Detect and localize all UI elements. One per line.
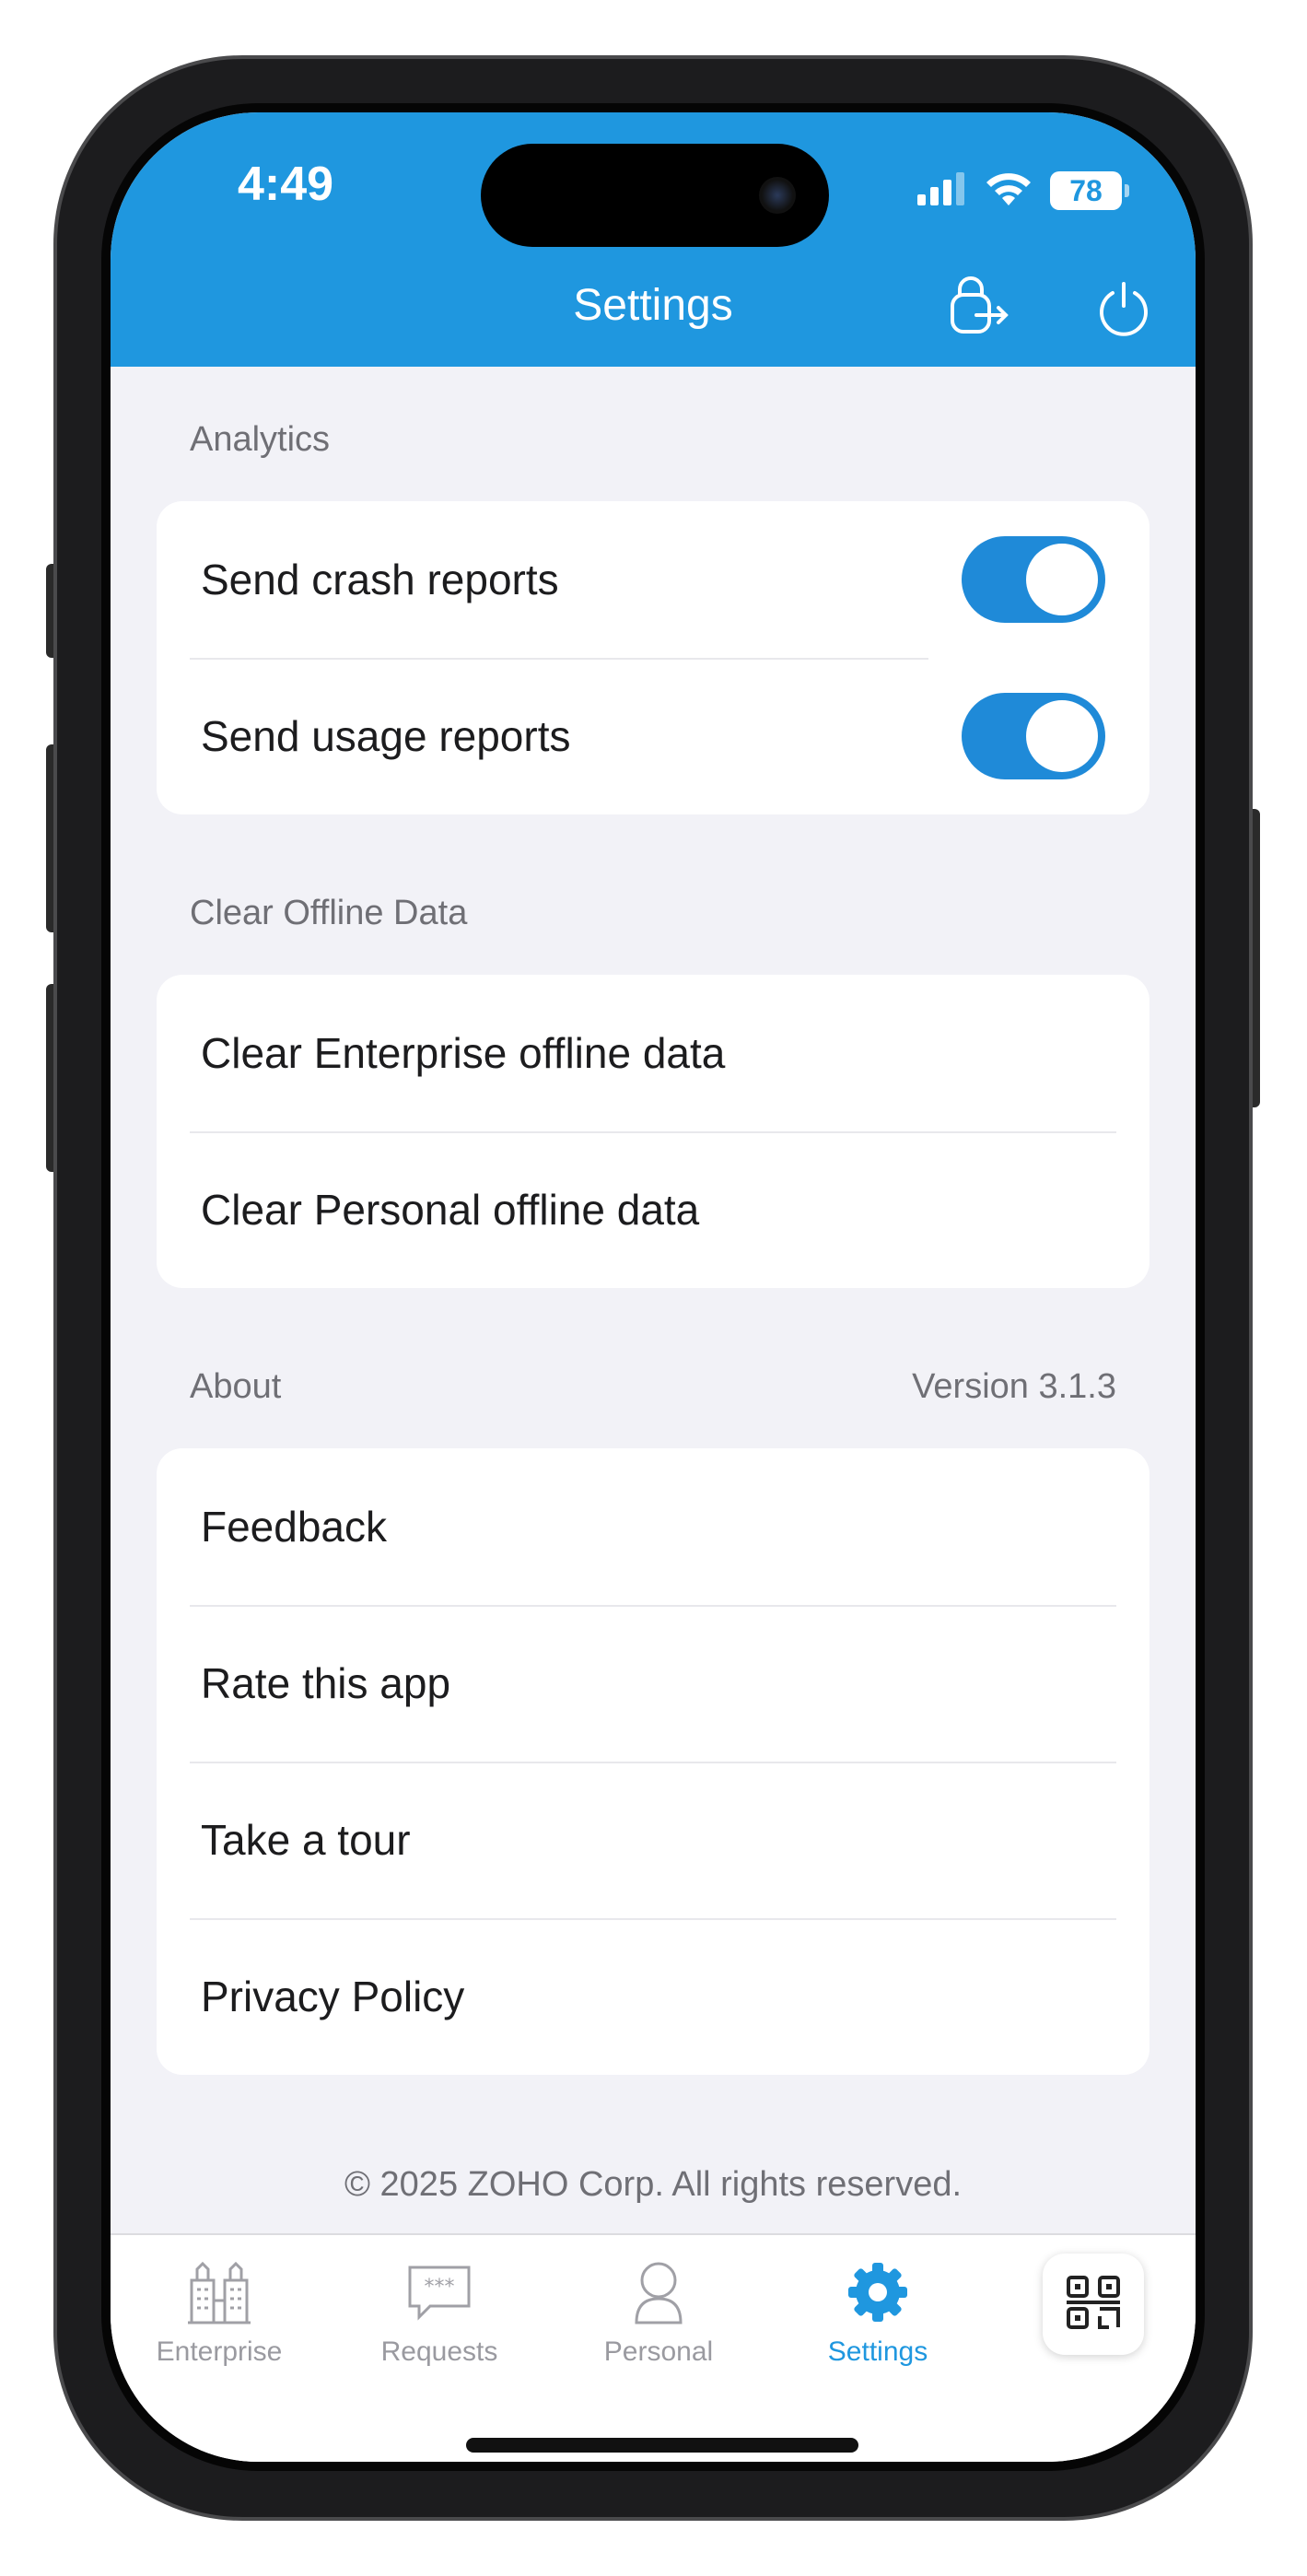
version-label: Version 3.1.3 <box>912 1367 1116 1406</box>
page-title: Settings <box>573 281 733 330</box>
feedback-row[interactable]: Feedback <box>157 1448 1149 1605</box>
battery-icon: 78 <box>1050 171 1129 210</box>
qr-scan-icon <box>1065 2274 1122 2335</box>
offline-card: Clear Enterprise offline data Clear Pers… <box>157 975 1149 1288</box>
toggle-knob <box>1026 700 1098 772</box>
qr-scan-button[interactable] <box>1043 2254 1144 2355</box>
logout-icon[interactable] <box>941 271 1015 345</box>
app-header: 4:49 78 Settings <box>111 112 1196 367</box>
tab-settings[interactable]: Settings <box>786 2255 970 2368</box>
usage-reports-row: Send usage reports <box>157 658 1149 814</box>
take-tour-label: Take a tour <box>201 1816 411 1864</box>
usage-reports-toggle[interactable] <box>962 693 1105 779</box>
camera-icon <box>759 177 796 214</box>
crash-reports-label: Send crash reports <box>201 556 559 603</box>
chat-icon: *** <box>347 2255 531 2329</box>
privacy-policy-label: Privacy Policy <box>201 1973 465 2020</box>
copyright-text: © 2025 ZOHO Corp. All rights reserved. <box>344 2165 963 2204</box>
about-card: Feedback Rate this app Take a tour Priva… <box>157 1448 1149 2075</box>
section-title-offline: Clear Offline Data <box>190 894 468 932</box>
feedback-label: Feedback <box>201 1503 388 1551</box>
dynamic-island <box>481 144 829 247</box>
clear-enterprise-label: Clear Enterprise offline data <box>201 1029 726 1077</box>
tab-label-requests: Requests <box>380 2336 498 2367</box>
privacy-policy-row[interactable]: Privacy Policy <box>157 1918 1149 2075</box>
take-tour-row[interactable]: Take a tour <box>157 1762 1149 1918</box>
section-title-analytics: Analytics <box>190 420 331 459</box>
person-icon <box>566 2255 751 2329</box>
clear-personal-label: Clear Personal offline data <box>201 1186 700 1234</box>
tab-label-personal: Personal <box>603 2336 714 2367</box>
power-icon[interactable] <box>1087 271 1161 345</box>
svg-text:***: *** <box>425 2276 455 2299</box>
tab-label-settings: Settings <box>827 2336 928 2367</box>
buildings-icon <box>127 2255 311 2329</box>
tab-requests[interactable]: *** Requests <box>347 2255 531 2368</box>
crash-reports-toggle[interactable] <box>962 536 1105 623</box>
status-icons: 78 <box>916 168 1129 214</box>
tab-label-enterprise: Enterprise <box>156 2336 283 2367</box>
analytics-card: Send crash reports Send usage reports <box>157 501 1149 814</box>
tab-enterprise[interactable]: Enterprise <box>127 2255 311 2368</box>
section-title-about: About <box>190 1367 282 1406</box>
gear-icon <box>786 2255 970 2329</box>
home-indicator <box>466 2438 858 2453</box>
tab-personal[interactable]: Personal <box>566 2255 751 2368</box>
tab-bar: Enterprise *** Requests Personal Setting… <box>111 2233 1196 2462</box>
signal-icon <box>916 170 967 211</box>
crash-reports-row: Send crash reports <box>157 501 1149 658</box>
usage-reports-label: Send usage reports <box>201 712 571 760</box>
screen: 4:49 78 Settings Analytics Send crash re… <box>111 112 1196 2462</box>
clear-personal-row[interactable]: Clear Personal offline data <box>157 1131 1149 1288</box>
rate-app-row[interactable]: Rate this app <box>157 1605 1149 1762</box>
status-time: 4:49 <box>238 158 334 211</box>
wifi-icon <box>984 170 1033 211</box>
rate-app-label: Rate this app <box>201 1659 451 1707</box>
clear-enterprise-row[interactable]: Clear Enterprise offline data <box>157 975 1149 1131</box>
toggle-knob <box>1026 544 1098 615</box>
